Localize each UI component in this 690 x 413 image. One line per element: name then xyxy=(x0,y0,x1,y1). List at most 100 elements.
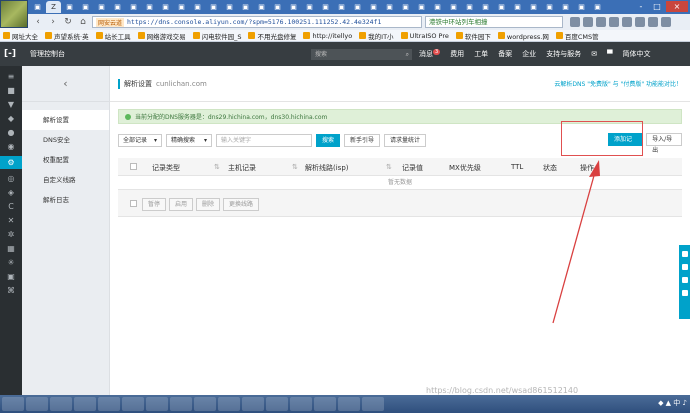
feedback-icon[interactable] xyxy=(681,277,688,283)
import-export-button[interactable]: 导入/导出 xyxy=(646,133,682,154)
lock-icon[interactable]: ▣ xyxy=(7,272,16,281)
database-icon[interactable]: ◆ xyxy=(7,114,16,123)
collapse-chevron-icon[interactable]: ‹ xyxy=(22,66,109,102)
taskbar-app-icon[interactable] xyxy=(146,397,168,411)
menu-icon[interactable] xyxy=(661,17,671,27)
browser-tab[interactable]: ▣ xyxy=(574,1,589,13)
nav-language[interactable]: 简体中文 xyxy=(622,49,650,59)
extension-icon[interactable] xyxy=(583,17,593,27)
browser-tab[interactable]: ▣ xyxy=(334,1,349,13)
news-search-box[interactable]: 港铁中环站列车相撞 xyxy=(425,16,563,28)
delete-button[interactable]: 删除 xyxy=(196,198,221,211)
taskbar-app-icon[interactable] xyxy=(266,397,288,411)
user-icon[interactable]: ✉ xyxy=(591,50,597,58)
browser-tab[interactable]: ▣ xyxy=(478,1,493,13)
taskbar-app-icon[interactable] xyxy=(242,397,264,411)
console-search-input[interactable]: 搜索 ⌕ xyxy=(311,49,412,60)
subnav-item-dns-security[interactable]: DNS安全 xyxy=(22,130,109,150)
taskbar-app-icon[interactable] xyxy=(74,397,96,411)
cart-icon[interactable]: ▀ xyxy=(607,50,612,58)
url-input[interactable]: 网安云道 https://dns.console.aliyun.com/?spm… xyxy=(92,16,422,28)
bookmark[interactable]: 网址大全 xyxy=(3,31,38,41)
domain-icon[interactable]: C xyxy=(7,202,16,211)
browser-tab[interactable]: ▣ xyxy=(542,1,557,13)
browser-tab[interactable]: ▣ xyxy=(510,1,525,13)
select-all-checkbox[interactable] xyxy=(130,163,137,170)
cloud-icon[interactable]: ● xyxy=(7,128,16,137)
subnav-item-custom-lines[interactable]: 自定义线路 xyxy=(22,170,109,190)
home-icon[interactable]: ⌂ xyxy=(77,16,89,28)
extension-icon[interactable] xyxy=(622,17,632,27)
search-mode-select[interactable]: 精确搜索 ▾ xyxy=(166,133,212,147)
enable-button[interactable]: 启用 xyxy=(169,198,194,211)
browser-profile-avatar[interactable] xyxy=(0,0,28,28)
link-icon[interactable]: ⌘ xyxy=(7,286,16,295)
security-icon[interactable]: ◈ xyxy=(7,188,16,197)
bookmark[interactable]: 闪电软件园_S xyxy=(192,31,241,41)
bulk-select-checkbox[interactable] xyxy=(130,200,137,207)
change-line-button[interactable]: 更换线路 xyxy=(223,198,260,211)
sort-icon[interactable]: ⇅ xyxy=(386,163,392,171)
bookmark[interactable]: 百度CMS管 xyxy=(555,31,599,41)
browser-tab[interactable]: ▣ xyxy=(286,1,301,13)
keyword-input[interactable]: 输入关键字 xyxy=(216,133,312,147)
browser-tab[interactable]: ▣ xyxy=(78,1,93,13)
guide-button[interactable]: 新手引导 xyxy=(344,133,381,147)
taskbar-app-icon[interactable] xyxy=(218,397,240,411)
bookmark[interactable]: 我的IT小 xyxy=(359,31,394,41)
star-icon[interactable]: ✳ xyxy=(7,258,16,267)
taskbar-app-icon[interactable] xyxy=(170,397,192,411)
browser-tab[interactable]: ▣ xyxy=(238,1,253,13)
gear-icon[interactable]: ✲ xyxy=(7,230,16,239)
browser-tab[interactable]: ▣ xyxy=(350,1,365,13)
browser-tab[interactable]: ▣ xyxy=(430,1,445,13)
record-type-select[interactable]: 全部记录 ▾ xyxy=(118,133,162,147)
back-icon[interactable]: ‹ xyxy=(32,16,44,28)
grid-icon[interactable]: ▦ xyxy=(7,244,16,253)
bookmark[interactable]: 不用光盘修复 xyxy=(248,31,296,41)
minimize-button[interactable]: - xyxy=(634,1,648,12)
taskbar-app-icon[interactable] xyxy=(338,397,360,411)
menu-icon[interactable]: ≡ xyxy=(7,72,16,81)
extension-icon[interactable] xyxy=(648,17,658,27)
browser-tab[interactable]: ▣ xyxy=(62,1,77,13)
taskbar-app-icon[interactable] xyxy=(290,397,312,411)
browser-tab[interactable]: ▣ xyxy=(526,1,541,13)
nav-enterprise[interactable]: 企业 xyxy=(522,49,536,59)
refresh-icon[interactable]: ↻ xyxy=(62,16,74,28)
phone-icon[interactable] xyxy=(681,264,688,270)
maximize-button[interactable]: □ xyxy=(650,1,664,12)
search-button[interactable]: 搜索 xyxy=(316,133,341,147)
bookmark[interactable]: 声望系统·英 xyxy=(45,31,89,41)
nav-messages[interactable]: 消息 3 xyxy=(419,49,441,59)
subnav-item-resolve-log[interactable]: 解析日志 xyxy=(22,190,109,210)
taskbar-app-icon[interactable] xyxy=(26,397,48,411)
browser-tab[interactable]: ▣ xyxy=(110,1,125,13)
browser-tab[interactable]: ▣ xyxy=(30,1,45,13)
browser-tab[interactable]: ▣ xyxy=(158,1,173,13)
console-title[interactable]: 管理控制台 xyxy=(30,49,65,59)
compare-link[interactable]: 云解析DNS "免费版" 与 "付费版" 功能能对比！ xyxy=(554,79,682,88)
browser-tab[interactable]: ▣ xyxy=(382,1,397,13)
request-stats-button[interactable]: 请求量统计 xyxy=(384,133,427,147)
bookmark[interactable]: 站长工具 xyxy=(95,31,131,41)
top-icon[interactable] xyxy=(681,290,688,296)
subnav-item-resolve-settings[interactable]: 解析设置 xyxy=(22,110,109,130)
extension-icon[interactable] xyxy=(609,17,619,27)
nav-icp[interactable]: 备案 xyxy=(498,49,512,59)
browser-tab[interactable]: ▣ xyxy=(494,1,509,13)
taskbar-app-icon[interactable] xyxy=(50,397,72,411)
browser-tab[interactable]: ▣ xyxy=(190,1,205,13)
nav-tickets[interactable]: 工单 xyxy=(474,49,488,59)
sort-icon[interactable]: ⇅ xyxy=(214,163,220,171)
subnav-item-weight-config[interactable]: 权重配置 xyxy=(22,150,109,170)
extension-icon[interactable] xyxy=(635,17,645,27)
cube-icon[interactable]: ■ xyxy=(7,86,16,95)
browser-tab[interactable]: ▣ xyxy=(462,1,477,13)
browser-tab[interactable]: ▣ xyxy=(318,1,333,13)
bookmark[interactable]: http://itellyo xyxy=(303,32,352,40)
pause-button[interactable]: 暂停 xyxy=(142,198,167,211)
chat-icon[interactable] xyxy=(681,251,688,257)
browser-tab[interactable]: ▣ xyxy=(174,1,189,13)
browser-tab[interactable]: ▣ xyxy=(558,1,573,13)
